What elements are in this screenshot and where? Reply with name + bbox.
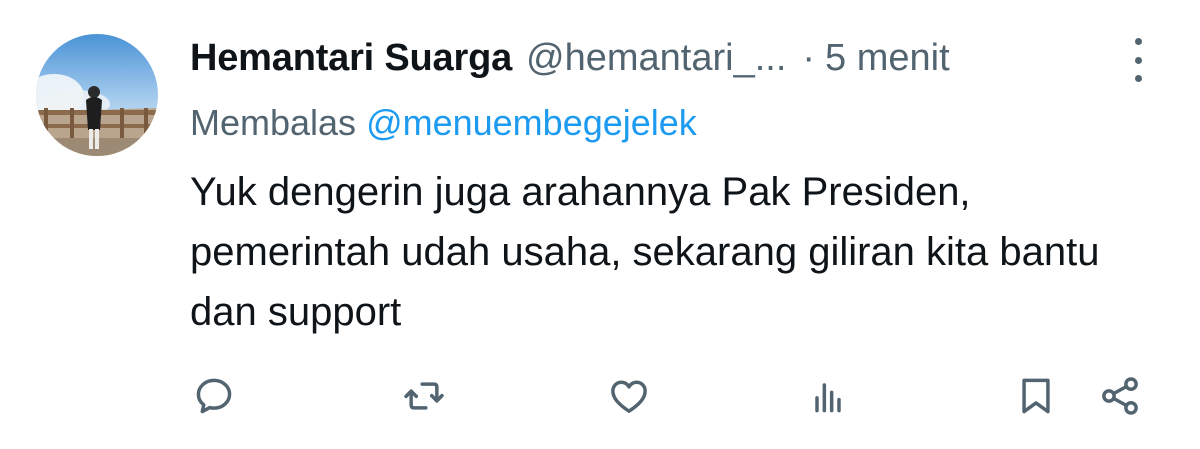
timestamp[interactable]: 5 menit xyxy=(825,30,950,86)
share-button[interactable] xyxy=(1096,372,1144,420)
views-button[interactable] xyxy=(804,372,852,420)
views-icon xyxy=(815,383,841,413)
avatar[interactable] xyxy=(36,34,158,156)
reply-mention-link[interactable]: @menuembegejelek xyxy=(366,102,697,143)
share-icon xyxy=(1102,377,1138,415)
tweet-card[interactable]: Hemantari Suarga @hemantari_... · 5 meni… xyxy=(0,0,1200,449)
like-button[interactable] xyxy=(605,372,653,420)
heart-icon xyxy=(611,380,647,413)
separator-dot: · xyxy=(802,37,816,79)
author-name[interactable]: Hemantari Suarga xyxy=(190,30,512,86)
reply-button[interactable] xyxy=(190,372,238,420)
tweet-text: Yuk dengerin juga arahannya Pak Presiden… xyxy=(190,170,1100,334)
bookmark-icon xyxy=(1022,378,1050,414)
avatar-image xyxy=(36,34,158,156)
tweet-header: Hemantari Suarga @hemantari_... · 5 meni… xyxy=(190,30,950,86)
retweet-button[interactable] xyxy=(400,372,448,420)
more-vertical-icon[interactable] xyxy=(1124,38,1152,82)
reply-prefix: Membalas xyxy=(190,102,357,143)
reply-icon xyxy=(196,378,232,414)
bookmark-button[interactable] xyxy=(1012,372,1060,420)
author-handle[interactable]: @hemantari_... xyxy=(526,30,786,86)
retweet-icon xyxy=(404,382,444,410)
reply-context: Membalas @menuembegejelek xyxy=(190,98,697,148)
